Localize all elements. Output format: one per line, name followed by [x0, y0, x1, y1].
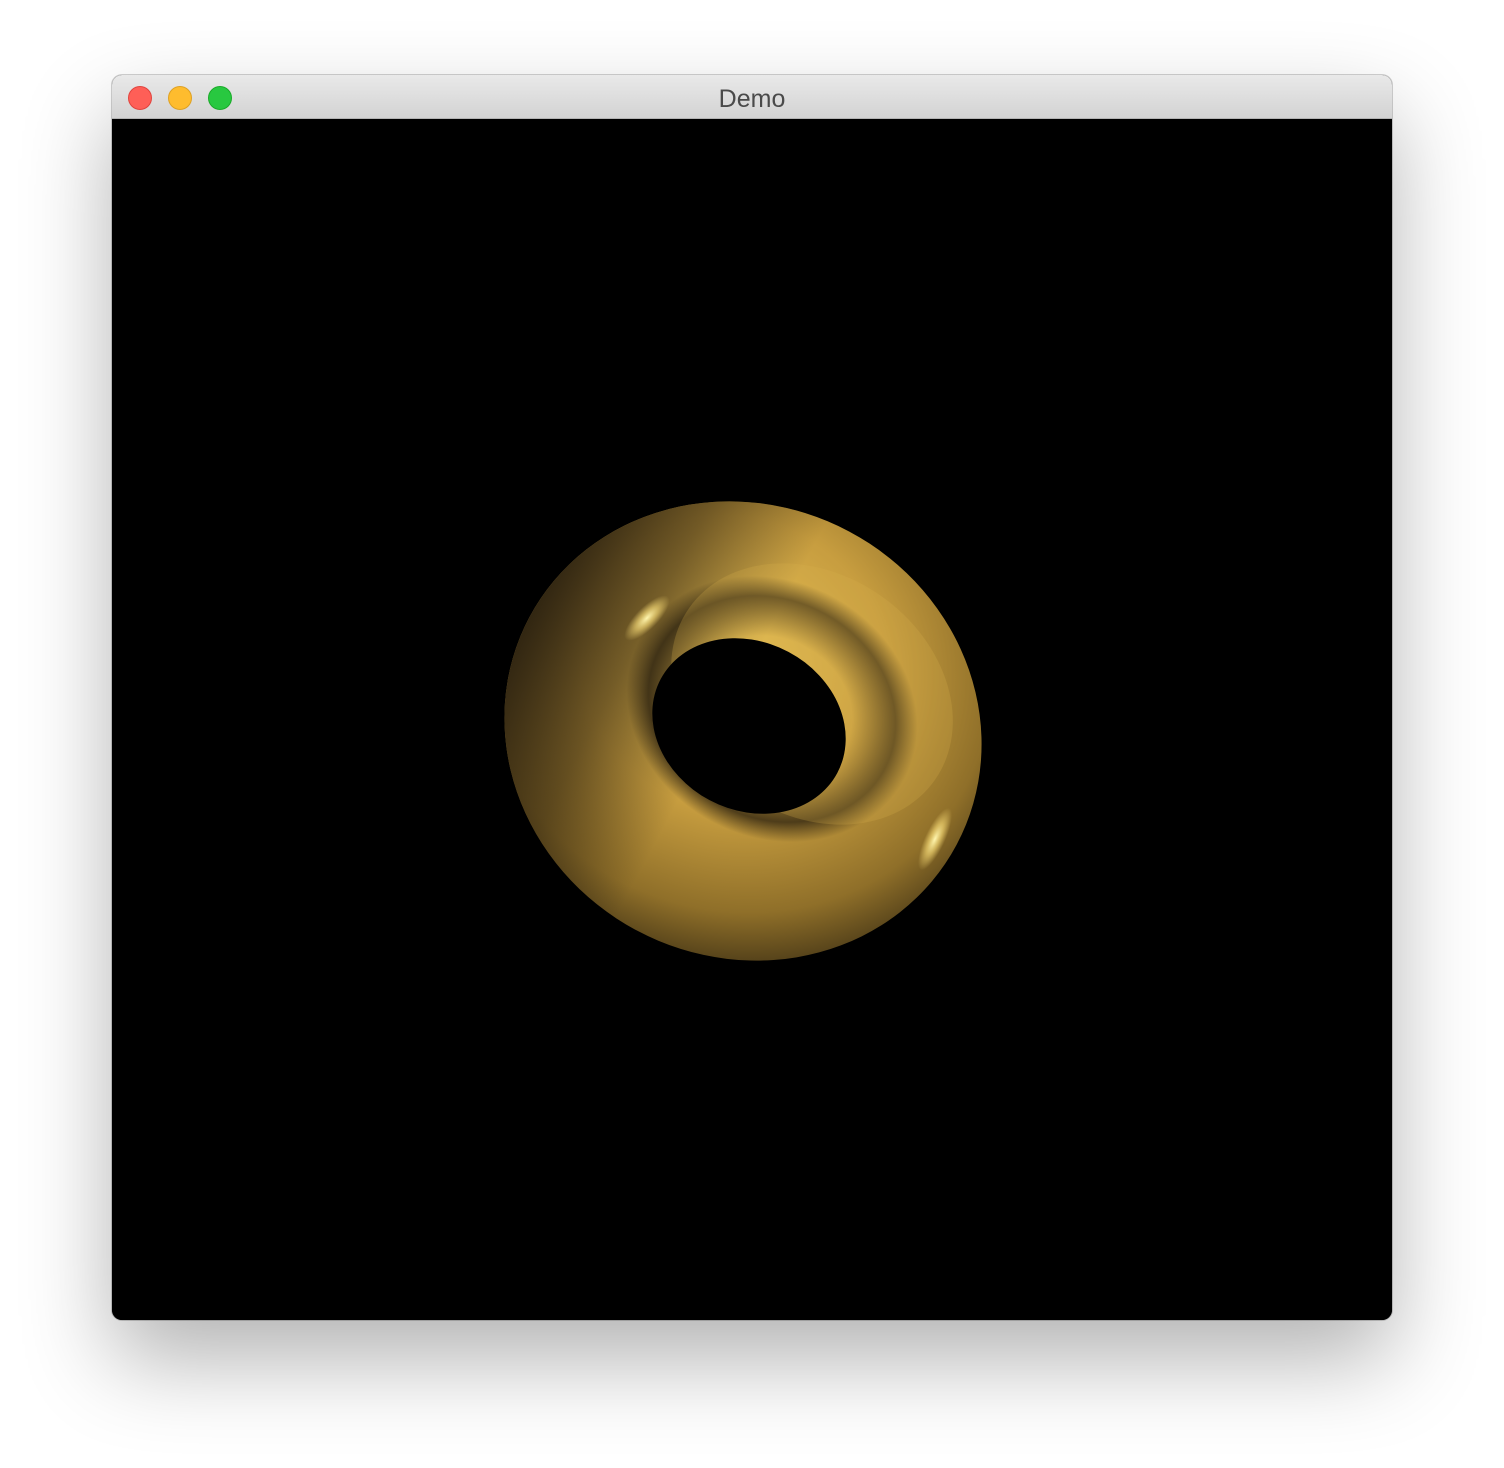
- window-title: Demo: [718, 85, 786, 113]
- torus-render: [504, 501, 982, 961]
- app-window: Demo: [112, 75, 1392, 1320]
- render-canvas[interactable]: [112, 119, 1392, 1320]
- title-bar[interactable]: Demo: [112, 75, 1392, 119]
